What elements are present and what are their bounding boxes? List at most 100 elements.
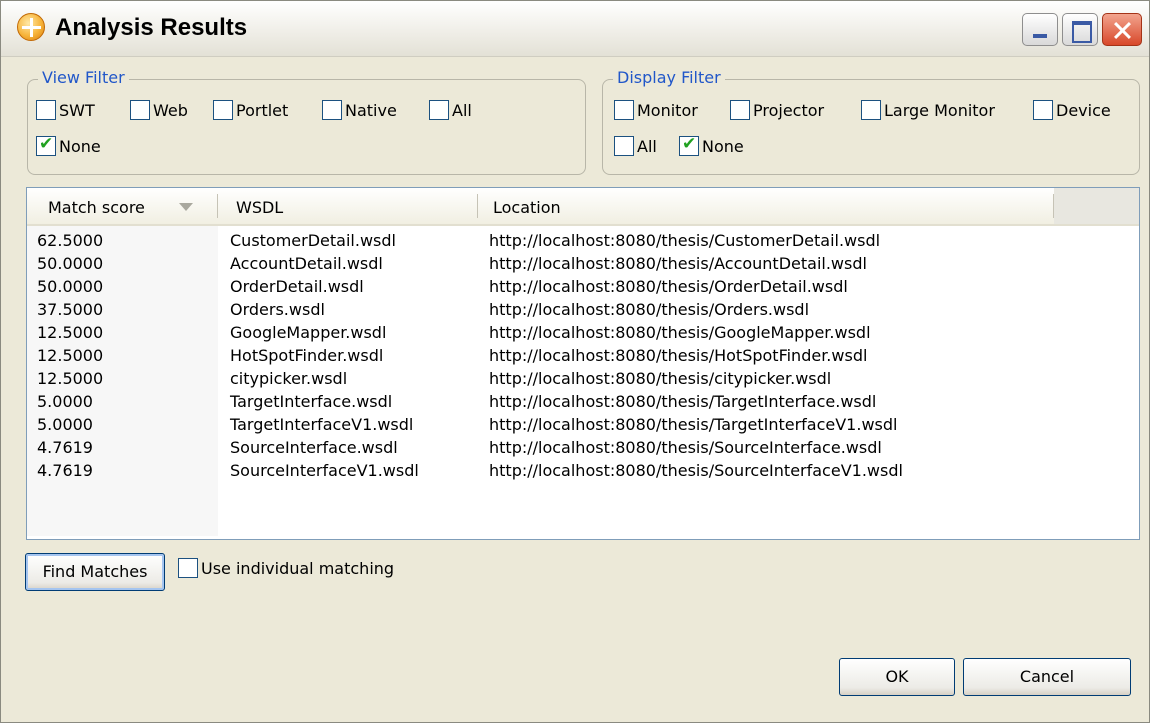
checkbox-box[interactable] (1033, 100, 1053, 120)
wsdl-cell: SourceInterfaceV1.wsdl (230, 461, 419, 480)
wsdl-cell: OrderDetail.wsdl (230, 277, 364, 296)
table-row[interactable]: 12.5000 citypicker.wsdl http://localhost:8… (27, 367, 1137, 390)
location-cell: http://localhost:8080/thesis/OrderDetail… (489, 277, 848, 296)
ok-button[interactable]: OK (839, 658, 955, 696)
location-cell: http://localhost:8080/thesis/TargetInter… (489, 392, 877, 411)
app-icon (17, 13, 45, 41)
column-divider[interactable] (477, 194, 478, 218)
match-score-cell: 5.0000 (37, 415, 93, 434)
display-filter-large-monitor-checkbox[interactable]: Large Monitor (861, 100, 995, 120)
location-cell: http://localhost:8080/thesis/TargetInter… (489, 415, 898, 434)
close-button[interactable] (1102, 13, 1142, 46)
checkbox-box[interactable] (36, 100, 56, 120)
checkbox-label: Native (345, 100, 397, 120)
checkbox-label: None (702, 136, 744, 156)
wsdl-cell: TargetInterfaceV1.wsdl (230, 415, 414, 434)
match-score-cell: 50.0000 (37, 254, 104, 273)
match-score-cell: 12.5000 (37, 323, 104, 342)
table-row[interactable]: 4.7619 SourceInterface.wsdl http://localho… (27, 436, 1137, 459)
view-filter-none-checkbox[interactable]: None (36, 134, 101, 156)
results-table: Match score WSDL Location 62.5000 Custome… (26, 187, 1140, 540)
wsdl-cell: HotSpotFinder.wsdl (230, 346, 384, 365)
location-cell: http://localhost:8080/thesis/CustomerDet… (489, 231, 881, 250)
table-row[interactable]: 50.0000 OrderDetail.wsdl http://localhost:… (27, 275, 1137, 298)
display-filter-group: Display Filter Monitor Projector Large M… (602, 68, 1140, 175)
view-filter-web-checkbox[interactable]: Web (130, 100, 188, 120)
wsdl-cell: citypicker.wsdl (230, 369, 348, 388)
header-filler (1054, 188, 1139, 224)
window-title: Analysis Results (55, 14, 248, 41)
match-score-cell: 4.7619 (37, 438, 93, 457)
match-score-cell: 37.5000 (37, 300, 104, 319)
wsdl-cell: SourceInterface.wsdl (230, 438, 398, 457)
wsdl-cell: AccountDetail.wsdl (230, 254, 383, 273)
location-cell: http://localhost:8080/thesis/HotSpotFind… (489, 346, 868, 365)
checkbox-box[interactable] (213, 100, 233, 120)
display-filter-legend: Display Filter (613, 68, 725, 87)
column-header-wsdl[interactable]: WSDL (236, 198, 283, 217)
checkbox-label: Large Monitor (884, 100, 995, 120)
display-filter-none-checkbox[interactable]: None (679, 134, 744, 156)
cancel-button[interactable]: Cancel (963, 658, 1131, 696)
display-filter-projector-checkbox[interactable]: Projector (730, 100, 824, 120)
wsdl-cell: TargetInterface.wsdl (230, 392, 393, 411)
checkbox-label: SWT (59, 100, 95, 120)
checkbox-label: None (59, 136, 101, 156)
find-matches-button[interactable]: Find Matches (25, 553, 165, 591)
display-filter-all-checkbox[interactable]: All (614, 136, 657, 156)
checkbox-label: Web (153, 100, 188, 120)
table-row[interactable]: 50.0000 AccountDetail.wsdl http://localhos… (27, 252, 1137, 275)
table-row[interactable]: 37.5000 Orders.wsdl http://localhost:8080/… (27, 298, 1137, 321)
checkbox-label: Projector (753, 100, 825, 120)
checkbox-label: Monitor (637, 100, 698, 120)
column-divider[interactable] (217, 194, 218, 218)
checkbox-label: Use individual matching (201, 558, 395, 578)
wsdl-cell: CustomerDetail.wsdl (230, 231, 396, 250)
sort-descending-icon (179, 203, 193, 211)
checkbox-box[interactable] (614, 136, 634, 156)
column-header-location[interactable]: Location (493, 198, 561, 217)
match-score-cell: 50.0000 (37, 277, 104, 296)
checkbox-box[interactable] (322, 100, 342, 120)
table-row[interactable]: 5.0000 TargetInterface.wsdl http://localho… (27, 390, 1137, 413)
view-filter-all-checkbox[interactable]: All (429, 100, 472, 120)
location-cell: http://localhost:8080/thesis/Orders.wsdl (489, 300, 810, 319)
column-header-match-score[interactable]: Match score (48, 198, 145, 217)
checkbox-box[interactable] (178, 558, 198, 578)
checkbox-label: Device (1056, 100, 1111, 120)
match-score-cell: 5.0000 (37, 392, 93, 411)
checkbox-box[interactable] (730, 100, 750, 120)
checkbox-box[interactable] (861, 100, 881, 120)
table-header: Match score WSDL Location (27, 188, 1139, 226)
view-filter-native-checkbox[interactable]: Native (322, 100, 397, 120)
view-filter-swt-checkbox[interactable]: SWT (36, 100, 95, 120)
table-row[interactable]: 4.7619 SourceInterfaceV1.wsdl http://local… (27, 459, 1137, 482)
maximize-button[interactable] (1062, 13, 1098, 46)
minimize-button[interactable] (1022, 13, 1058, 46)
checkbox-box[interactable] (614, 100, 634, 120)
view-filter-group: View Filter SWT Web Portlet Native All N… (27, 68, 586, 175)
checkbox-box[interactable] (36, 134, 56, 156)
checkbox-label: Portlet (236, 100, 289, 120)
location-cell: http://localhost:8080/thesis/AccountDeta… (489, 254, 867, 273)
wsdl-cell: GoogleMapper.wsdl (230, 323, 387, 342)
table-row[interactable]: 5.0000 TargetInterfaceV1.wsdl http://local… (27, 413, 1137, 436)
display-filter-device-checkbox[interactable]: Device (1033, 100, 1111, 120)
location-cell: http://localhost:8080/thesis/SourceInter… (489, 438, 882, 457)
checkbox-label: All (637, 136, 657, 156)
location-cell: http://localhost:8080/thesis/SourceInter… (489, 461, 903, 480)
view-filter-portlet-checkbox[interactable]: Portlet (213, 100, 288, 120)
view-filter-legend: View Filter (38, 68, 129, 87)
checkbox-box[interactable] (130, 100, 150, 120)
checkbox-box[interactable] (679, 134, 699, 156)
title-bar[interactable]: Analysis Results (1, 1, 1149, 57)
table-row[interactable]: 62.5000 CustomerDetail.wsdl http://localho… (27, 229, 1137, 252)
use-individual-matching-checkbox[interactable]: Use individual matching (178, 558, 394, 578)
match-score-cell: 4.7619 (37, 461, 93, 480)
table-row[interactable]: 12.5000 HotSpotFinder.wsdl http://localhos… (27, 344, 1137, 367)
display-filter-monitor-checkbox[interactable]: Monitor (614, 100, 698, 120)
match-score-cell: 12.5000 (37, 346, 104, 365)
checkbox-box[interactable] (429, 100, 449, 120)
table-row[interactable]: 12.5000 GoogleMapper.wsdl http://localhost… (27, 321, 1137, 344)
location-cell: http://localhost:8080/thesis/citypicker.… (489, 369, 832, 388)
